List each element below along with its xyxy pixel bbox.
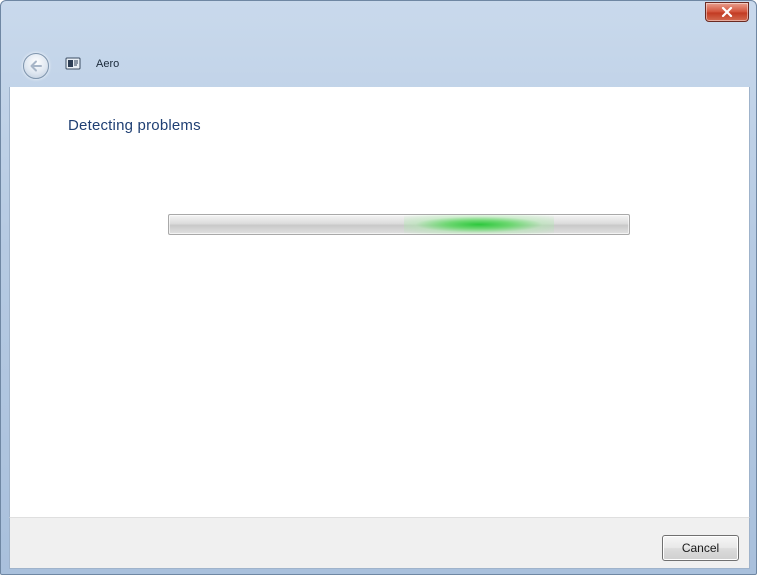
- button-bar: Cancel: [9, 517, 750, 569]
- cancel-button[interactable]: Cancel: [662, 535, 739, 561]
- page-heading: Detecting problems: [68, 117, 201, 134]
- progress-bar: [168, 214, 630, 235]
- wizard-window: Aero Detecting problems Cancel: [0, 0, 757, 575]
- window-title: Aero: [96, 58, 120, 70]
- content-pane: Detecting problems: [9, 87, 750, 517]
- close-button[interactable]: [705, 2, 749, 22]
- back-button[interactable]: [23, 53, 49, 79]
- back-arrow-icon: [30, 60, 42, 72]
- aero-app-icon: [65, 57, 81, 70]
- close-icon: [721, 7, 733, 17]
- title-bar: Aero: [1, 1, 756, 87]
- progress-marquee: [404, 215, 554, 234]
